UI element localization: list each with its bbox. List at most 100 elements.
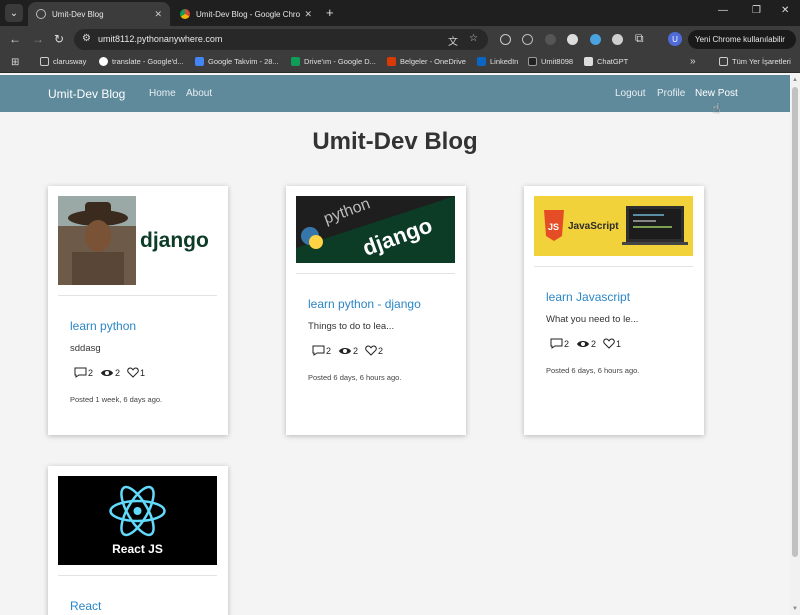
view-stat: 2 <box>338 346 358 356</box>
post-excerpt: What you need to le... <box>546 314 639 325</box>
like-stat: 1 <box>127 367 145 378</box>
heart-icon[interactable] <box>603 338 615 349</box>
site-navbar: Umit-Dev Blog Home About Logout Profile … <box>0 75 790 112</box>
globe-icon <box>36 9 46 19</box>
nav-home[interactable]: Home <box>149 88 176 99</box>
bookmark-item[interactable]: Drive'ım - Google D... <box>291 57 376 66</box>
post-stats: 2 2 2 <box>312 345 383 356</box>
nav-logout[interactable]: Logout <box>615 88 646 99</box>
forward-icon[interactable]: → <box>32 32 44 46</box>
like-stat: 1 <box>603 338 621 349</box>
post-image[interactable]: django <box>58 196 217 285</box>
nav-about[interactable]: About <box>186 88 212 99</box>
eye-icon <box>339 347 352 354</box>
bookmark-item[interactable]: Belgeler - OneDrive <box>387 57 466 66</box>
post-title[interactable]: learn python - django <box>308 297 421 311</box>
new-tab-icon[interactable]: + <box>326 5 334 20</box>
tab-title: Umit-Dev Blog - Google Chrome <box>196 9 301 19</box>
translate-icon[interactable]: 文 <box>448 33 458 48</box>
post-title[interactable]: learn Javascript <box>546 290 630 304</box>
post-card: python django learn python - django Thin… <box>286 186 466 435</box>
profile-avatar[interactable]: U <box>668 32 682 46</box>
scroll-up-icon[interactable]: ▲ <box>792 77 798 83</box>
browser-tab[interactable]: Umit-Dev Blog - Google Chrome ✕ <box>172 2 320 26</box>
bookmark-item[interactable]: Google Takvim - 28... <box>195 57 279 66</box>
tab-title: Umit-Dev Blog <box>52 9 104 19</box>
minimize-icon[interactable]: — <box>718 5 728 16</box>
github-icon <box>528 57 537 66</box>
linkedin-icon <box>477 57 486 66</box>
post-image[interactable]: python django <box>296 196 455 263</box>
bookmark-item[interactable]: LinkedIn <box>477 57 518 66</box>
tab-search-icon[interactable]: ⌄ <box>5 4 23 22</box>
bookmarks-bar: ⊞ clarusway translate - Google'd... Goog… <box>0 53 800 73</box>
address-bar[interactable]: ⚙ umit8112.pythonanywhere.com 文 ☆ <box>74 29 488 50</box>
card-divider <box>534 266 693 267</box>
extension-icon[interactable] <box>590 34 601 45</box>
extension-icon[interactable] <box>500 34 511 45</box>
restore-icon[interactable]: ❐ <box>752 5 761 16</box>
url-text[interactable]: umit8112.pythonanywhere.com <box>98 34 222 44</box>
close-tab-icon[interactable]: ✕ <box>154 9 162 20</box>
bookmark-star-icon[interactable]: ☆ <box>469 33 478 44</box>
page-title: Umit-Dev Blog <box>312 128 478 155</box>
scroll-down-icon[interactable]: ▼ <box>792 606 798 612</box>
page-scrollbar[interactable]: ▲ ▼ <box>790 75 800 615</box>
apps-grid-icon[interactable]: ⊞ <box>11 57 19 68</box>
bookmark-item[interactable]: translate - Google'd... <box>99 57 183 66</box>
more-bookmarks-icon[interactable]: » <box>690 56 696 67</box>
extension-icon[interactable] <box>567 34 578 45</box>
browser-toolbar: ← → ↻ ⚙ umit8112.pythonanywhere.com 文 ☆ … <box>0 26 800 53</box>
bookmark-item[interactable]: clarusway <box>40 57 86 66</box>
extension-icon[interactable] <box>545 34 556 45</box>
heart-icon[interactable] <box>127 367 139 378</box>
react-js-image: React JS <box>109 485 166 556</box>
nav-new-post[interactable]: New Post <box>695 88 738 99</box>
extensions-puzzle-icon[interactable]: ⧉ <box>635 31 644 46</box>
eye-icon <box>577 340 590 347</box>
post-date: Posted 6 days, 6 hours ago. <box>546 366 640 375</box>
reload-icon[interactable]: ↻ <box>54 32 64 46</box>
window-close-icon[interactable]: ✕ <box>781 5 789 16</box>
browser-tab-strip: ⌄ Umit-Dev Blog ✕ Umit-Dev Blog - Google… <box>0 0 800 26</box>
onedrive-icon <box>387 57 396 66</box>
post-stats: 2 2 1 <box>550 338 621 349</box>
comment-icon <box>550 338 563 349</box>
post-card: React JS React <box>48 466 228 615</box>
python-django-image: python django <box>296 196 455 261</box>
extension-icon[interactable] <box>522 34 533 45</box>
chrome-update-button[interactable]: Yeni Chrome kullanılabilir <box>688 30 796 49</box>
javascript-image: JS JavaScript <box>544 206 688 245</box>
bookmark-item[interactable]: Umit8098 <box>528 57 573 66</box>
svg-text:React JS: React JS <box>112 542 163 556</box>
drive-icon <box>291 57 300 66</box>
folder-icon <box>719 57 728 66</box>
site-brand[interactable]: Umit-Dev Blog <box>48 87 125 101</box>
extension-icon[interactable] <box>612 34 623 45</box>
close-tab-icon[interactable]: ✕ <box>304 9 312 20</box>
post-image[interactable]: React JS <box>58 476 217 565</box>
post-title[interactable]: React <box>70 599 101 613</box>
post-title[interactable]: learn python <box>70 319 136 333</box>
svg-text:JS: JS <box>548 222 559 232</box>
all-bookmarks[interactable]: Tüm Yer İşaretleri <box>719 57 791 66</box>
post-card: JS JavaScript learn Javascript What you … <box>524 186 704 435</box>
like-stat: 2 <box>365 345 383 356</box>
chrome-icon <box>180 9 190 19</box>
post-date: Posted 1 week, 6 days ago. <box>70 395 163 404</box>
google-icon <box>99 57 108 66</box>
comment-icon <box>74 367 87 378</box>
site-info-icon[interactable]: ⚙ <box>82 33 91 44</box>
post-image[interactable]: JS JavaScript <box>534 196 693 256</box>
heart-icon[interactable] <box>365 345 377 356</box>
back-icon[interactable]: ← <box>9 32 21 46</box>
view-stat: 2 <box>576 339 596 349</box>
browser-tab-active[interactable]: Umit-Dev Blog ✕ <box>28 2 170 26</box>
scrollbar-thumb[interactable] <box>792 87 798 557</box>
calendar-icon <box>195 57 204 66</box>
nav-profile[interactable]: Profile <box>657 88 685 99</box>
post-date: Posted 6 days, 6 hours ago. <box>308 373 402 382</box>
view-stat: 2 <box>100 368 120 378</box>
bookmark-item[interactable]: ChatGPT <box>584 57 628 66</box>
page-content: Umit-Dev Blog django learn python sddasg… <box>0 112 790 615</box>
